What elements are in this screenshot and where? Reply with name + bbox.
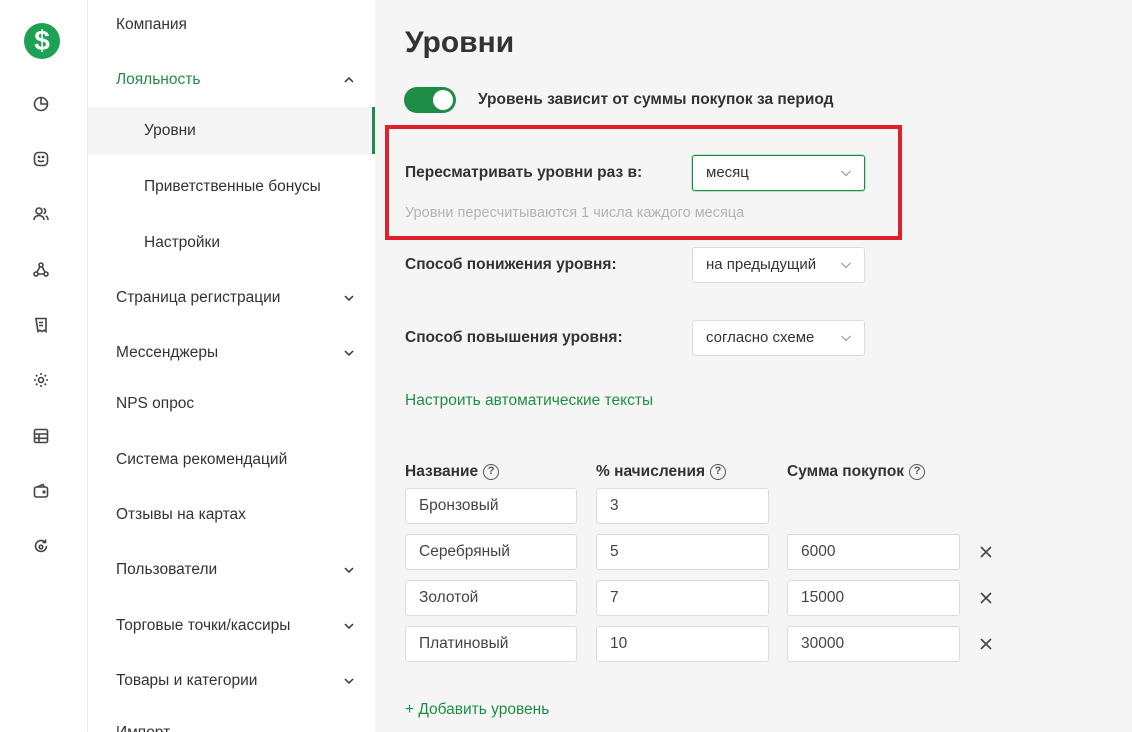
sidebar-item-loyalty[interactable]: Лояльность: [88, 55, 375, 105]
sidebar-item-welcome-bonuses[interactable]: Приветственные бонусы: [88, 162, 375, 212]
sidebar-item-label: Пользователи: [116, 561, 218, 578]
settings-icon[interactable]: [32, 371, 50, 389]
level-percent-input[interactable]: 5: [596, 534, 769, 570]
chevron-up-icon: [343, 74, 355, 86]
downgrade-select[interactable]: на предыдущий: [692, 247, 865, 283]
page-title: Уровни: [405, 26, 515, 59]
users-icon[interactable]: [32, 205, 50, 223]
sidebar-item-nps[interactable]: NPS опрос: [88, 379, 375, 429]
network-icon[interactable]: [32, 261, 50, 279]
chevron-down-icon: [840, 332, 852, 344]
downgrade-value: на предыдущий: [706, 256, 817, 273]
sidebar-item-label: Компания: [116, 16, 187, 33]
sidebar-item-registration-page[interactable]: Страница регистрации: [88, 273, 375, 323]
review-period-value: месяц: [706, 164, 749, 181]
refresh-icon[interactable]: [32, 537, 50, 555]
chevron-down-icon: [840, 259, 852, 271]
sidebar-item-label: Приветственные бонусы: [144, 178, 321, 195]
sidebar-item-import[interactable]: Импорт: [88, 708, 375, 732]
toggle-knob: [433, 90, 453, 110]
column-header-label: Сумма покупок: [787, 463, 905, 480]
sidebar-item-label: Уровни: [144, 121, 196, 139]
table-icon[interactable]: [32, 427, 50, 445]
level-percent-input[interactable]: 7: [596, 580, 769, 616]
chevron-down-icon: [343, 347, 355, 359]
sidebar-item-settings[interactable]: Настройки: [88, 218, 375, 268]
review-period-select[interactable]: месяц: [692, 155, 865, 191]
sidebar-item-label: Система рекомендаций: [116, 451, 288, 468]
sidebar-item-label: Лояльность: [116, 71, 201, 88]
chevron-down-icon: [343, 292, 355, 304]
main-content: Уровни Уровень зависит от суммы покупок …: [375, 0, 1132, 732]
add-level-link[interactable]: + Добавить уровень: [405, 701, 549, 719]
chevron-down-icon: [343, 675, 355, 687]
icon-rail: $: [0, 0, 88, 732]
sidebar-item-levels[interactable]: Уровни: [88, 107, 375, 154]
column-header-sum: Сумма покупок ?: [787, 463, 926, 481]
sidebar-item-label: Импорт: [116, 724, 170, 732]
sidebar-menu: Компания Лояльность Уровни Приветственны…: [88, 0, 375, 732]
upgrade-select[interactable]: согласно схеме: [692, 320, 865, 356]
sidebar-item-users[interactable]: Пользователи: [88, 545, 375, 595]
wallet-icon[interactable]: [32, 482, 50, 500]
auto-texts-link[interactable]: Настроить автоматические тексты: [405, 392, 653, 410]
level-name-input[interactable]: Бронзовый: [405, 488, 577, 524]
sidebar-item-label: Мессенджеры: [116, 344, 219, 361]
sidebar-item-referrals[interactable]: Система рекомендаций: [88, 435, 375, 485]
dashboard-icon[interactable]: [32, 95, 50, 113]
sidebar-item-label: Товары и категории: [116, 672, 258, 689]
period-toggle[interactable]: [404, 87, 456, 113]
chevron-down-icon: [343, 564, 355, 576]
smile-icon[interactable]: [32, 150, 50, 168]
period-toggle-label: Уровень зависит от суммы покупок за пери…: [478, 91, 834, 108]
logo-icon[interactable]: $: [24, 23, 60, 59]
level-name-input[interactable]: Платиновый: [405, 626, 577, 662]
sidebar-item-label: Отзывы на картах: [116, 506, 246, 523]
sidebar-item-label: Настройки: [144, 234, 221, 251]
help-icon[interactable]: ?: [483, 464, 500, 480]
level-name-input[interactable]: Серебряный: [405, 534, 577, 570]
sidebar-item-label: Страница регистрации: [116, 289, 281, 306]
delete-level-icon[interactable]: [978, 544, 994, 560]
receipt-icon[interactable]: [32, 316, 50, 334]
review-period-label: Пересматривать уровни раз в:: [405, 164, 643, 181]
chevron-down-icon: [343, 620, 355, 632]
sidebar-item-label: Торговые точки/кассиры: [116, 617, 291, 634]
sidebar-item-stores-cashiers[interactable]: Торговые точки/кассиры: [88, 601, 375, 651]
sidebar-item-company[interactable]: Компания: [88, 0, 375, 50]
upgrade-label: Способ повышения уровня:: [405, 329, 623, 346]
help-icon[interactable]: ?: [909, 464, 926, 480]
sidebar-item-label: NPS опрос: [116, 395, 195, 412]
upgrade-value: согласно схеме: [706, 329, 815, 346]
level-percent-input[interactable]: 3: [596, 488, 769, 524]
column-header-name: Название ?: [405, 463, 500, 481]
help-icon[interactable]: ?: [710, 464, 727, 480]
column-header-percent: % начисления ?: [596, 463, 727, 481]
level-percent-input[interactable]: 10: [596, 626, 769, 662]
delete-level-icon[interactable]: [978, 636, 994, 652]
level-sum-input[interactable]: 30000: [787, 626, 960, 662]
column-header-label: % начисления: [596, 463, 706, 480]
delete-level-icon[interactable]: [978, 590, 994, 606]
sidebar-item-map-reviews[interactable]: Отзывы на картах: [88, 490, 375, 540]
sidebar-item-messengers[interactable]: Мессенджеры: [88, 328, 375, 378]
level-sum-input[interactable]: 6000: [787, 534, 960, 570]
review-period-hint: Уровни пересчитываются 1 числа каждого м…: [405, 205, 745, 221]
column-header-label: Название: [405, 463, 479, 480]
sidebar-item-products[interactable]: Товары и категории: [88, 656, 375, 706]
level-sum-input[interactable]: 15000: [787, 580, 960, 616]
chevron-down-icon: [840, 167, 852, 179]
level-name-input[interactable]: Золотой: [405, 580, 577, 616]
downgrade-label: Способ понижения уровня:: [405, 256, 617, 273]
